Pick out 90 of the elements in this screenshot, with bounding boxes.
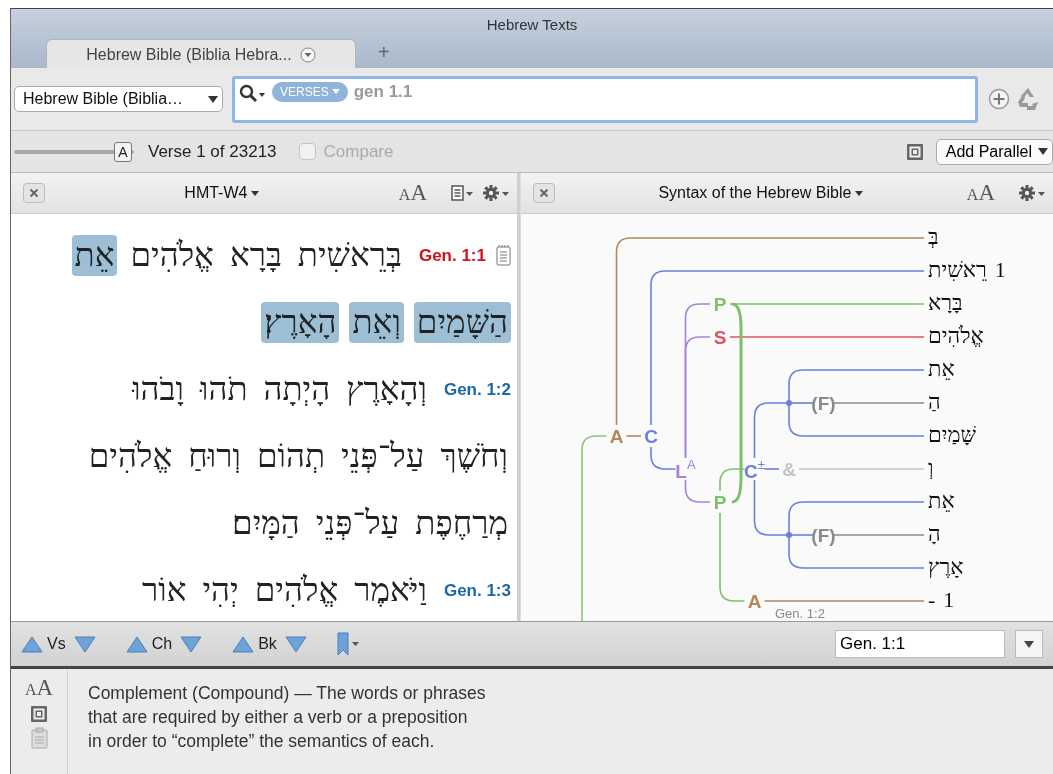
tree-word[interactable]: רֵאשִׁית (928, 257, 987, 283)
tree-word[interactable]: אֵת (928, 356, 955, 382)
font-size-button[interactable]: AA (24, 675, 54, 701)
caret-icon (855, 190, 864, 196)
previous-arrow-icon[interactable] (232, 634, 255, 654)
resource-title-menu[interactable]: Syntax of the Hebrew Bible (555, 183, 967, 203)
hebrew-word[interactable]: אֱלֹהִים (251, 570, 342, 611)
hebrew-word[interactable]: וָבֹהוּ (129, 369, 187, 410)
tree-word[interactable]: אָרֶץ (928, 554, 964, 580)
verse-reference: Gen. 1:2 (775, 607, 825, 621)
tree-word[interactable]: הַ (928, 389, 941, 415)
hebrew-word[interactable]: הַמָּיִם׃ (229, 503, 303, 544)
caret-icon (251, 190, 260, 196)
search-text: gen 1.1 (353, 81, 413, 102)
note-icon[interactable] (496, 245, 511, 266)
hebrew-word[interactable]: תֹהוּ (196, 369, 251, 410)
next-arrow-icon[interactable] (73, 634, 96, 654)
parallel-window-icon[interactable] (30, 705, 48, 723)
reference-dropdown[interactable] (1015, 630, 1043, 658)
syntax-node-label[interactable]: C$^{±}$ (744, 457, 765, 481)
syntax-node-label[interactable]: C (644, 426, 658, 446)
definition-text: Complement (Compound) — The words or phrases that are required by either a verb or a preposition in order to “complete” the semantics of each. (88, 682, 486, 753)
clipboard-icon[interactable] (30, 727, 48, 749)
hebrew-word[interactable]: וַיֹּאמֶר (351, 570, 430, 611)
add-parallel-button[interactable]: Add Parallel (935, 138, 1053, 165)
slider-thumb[interactable]: A (113, 141, 132, 162)
settings-icon[interactable] (483, 185, 509, 201)
previous-arrow-icon[interactable] (125, 634, 148, 654)
hebrew-word[interactable]: אֵת (71, 235, 118, 276)
resource-dropdown[interactable]: Hebrew Bible (Biblia… (14, 86, 223, 112)
caret-icon (331, 89, 340, 94)
verse-reference[interactable]: Gen. 1:3 (443, 580, 511, 601)
tab[interactable]: Hebrew Bible (Biblia Hebra... (46, 39, 356, 69)
hebrew-word[interactable]: וְרוּחַ (185, 436, 244, 477)
tree-word[interactable]: - (928, 587, 936, 613)
hebrew-word[interactable]: עַל־פְּנֵי (312, 503, 403, 544)
hebrew-word[interactable]: תְהוֹם (253, 436, 329, 477)
tree-word[interactable]: שָּׁמַיִם (928, 422, 977, 448)
word-number: 1 (943, 587, 955, 613)
reference-field[interactable]: Gen. 1:1 (835, 630, 1005, 658)
nav-stepper[interactable]: Ch (125, 634, 203, 654)
verse-reference[interactable]: Gen. 1:1 (418, 245, 486, 266)
hebrew-word[interactable]: וְהָאָרֶץ (343, 369, 430, 410)
hebrew-word[interactable]: עַל־פְּנֵי (338, 436, 428, 477)
next-arrow-icon[interactable] (180, 634, 203, 654)
hebrew-word[interactable]: אֱלֹהִים (127, 235, 217, 276)
hebrew-word[interactable]: וְחֹשֶׁךְ (437, 436, 511, 477)
caret-icon (1038, 148, 1048, 155)
font-size-slider[interactable]: A (14, 141, 136, 162)
verse-position: Verse 1 of 23213 (148, 141, 277, 162)
close-icon[interactable] (533, 183, 555, 203)
font-size-button[interactable]: AA (966, 180, 995, 206)
tree-word[interactable]: הָ (928, 521, 941, 547)
nav-stepper[interactable]: Vs (21, 634, 96, 654)
hebrew-word[interactable]: בְּרֵאשִׁית (294, 235, 405, 276)
hebrew-word[interactable]: הָאָרֶץ׃ (261, 302, 340, 343)
add-icon[interactable] (988, 88, 1010, 110)
hebrew-word[interactable]: מְרַחֶפֶת (412, 503, 511, 544)
window-title: Hebrew Texts (486, 16, 578, 33)
syntax-node-label[interactable]: S (713, 327, 727, 347)
document-menu-icon[interactable] (451, 185, 473, 201)
tree-word[interactable]: בְּ (928, 224, 939, 250)
close-icon[interactable] (23, 183, 45, 203)
parallel-window-icon[interactable] (905, 142, 924, 161)
hebrew-word[interactable]: אֱלֹהִים (85, 436, 176, 477)
resource-title-menu[interactable]: HMT-W4 (45, 183, 399, 203)
hebrew-word[interactable]: יְהִי (199, 570, 242, 611)
compare-label: Compare (323, 141, 394, 162)
bookmark-icon[interactable] (336, 632, 360, 656)
tree-word[interactable]: אֵת (928, 488, 955, 514)
nav-stepper[interactable]: Bk (232, 634, 307, 654)
hebrew-word[interactable]: אוֹר (139, 570, 190, 611)
hebrew-word[interactable]: בָּרָא (226, 235, 285, 276)
hebrew-word[interactable]: וְאֵת (349, 302, 404, 343)
tree-word[interactable]: אֱלֹהִים (928, 323, 984, 349)
recycle-icon[interactable] (1016, 86, 1040, 112)
previous-arrow-icon[interactable] (21, 634, 43, 654)
font-size-button[interactable]: AA (398, 180, 427, 206)
caret-icon (1024, 640, 1034, 648)
settings-icon[interactable] (1019, 185, 1045, 201)
hebrew-word[interactable]: הָיְתָה (260, 369, 334, 410)
dropdown-icon[interactable] (299, 46, 316, 63)
word-number: 1 (994, 257, 1006, 283)
caret-icon (208, 95, 218, 103)
search-icon[interactable] (239, 83, 266, 103)
tree-word[interactable]: וְ (928, 455, 934, 481)
tree-word[interactable]: בָּרָא (928, 290, 963, 316)
next-arrow-icon[interactable] (284, 634, 307, 654)
hebrew-word[interactable]: הַשָּׁמַיִם (413, 302, 511, 343)
verse-reference[interactable]: Gen. 1:2 (443, 379, 511, 400)
